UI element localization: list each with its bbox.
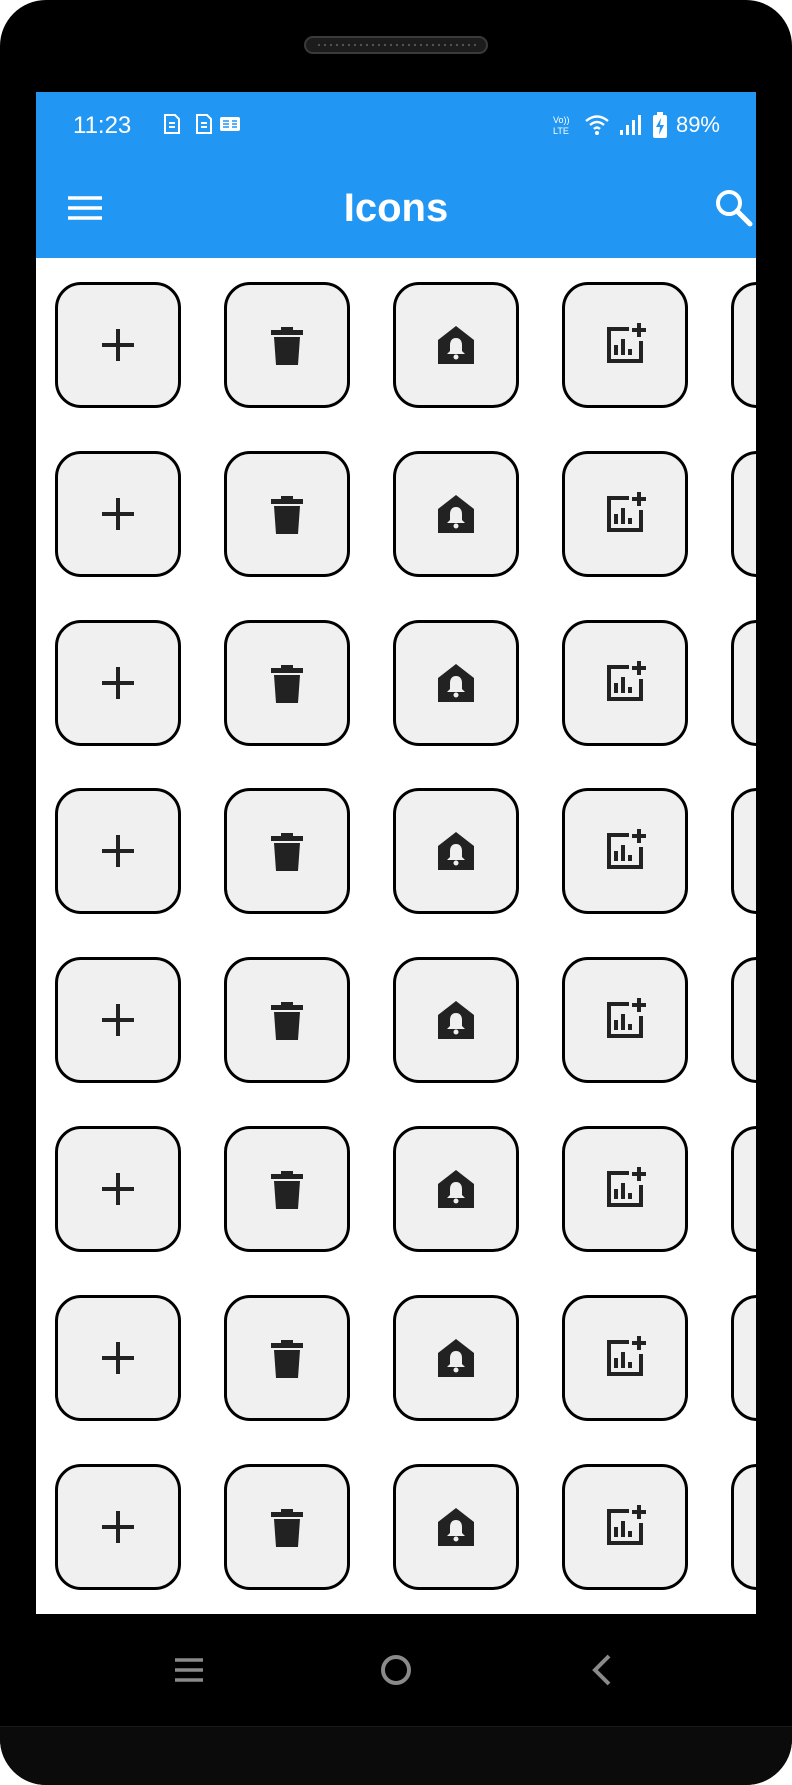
icon-tile-partial[interactable] (731, 1463, 756, 1590)
home-bell-icon (432, 321, 480, 369)
svg-text:Vo)): Vo)) (553, 115, 570, 125)
home-bell-icon (432, 490, 480, 538)
icon-tile[interactable] (55, 282, 181, 408)
icon-tile[interactable] (55, 788, 181, 915)
icon-tile[interactable] (562, 450, 688, 577)
icon-tile-partial[interactable] (731, 619, 756, 746)
icon-tile[interactable] (55, 1126, 181, 1252)
add-icon (94, 996, 142, 1044)
icon-tile-partial[interactable] (731, 282, 756, 408)
add-icon (94, 1334, 142, 1382)
home-bell-icon (432, 1334, 480, 1382)
delete-icon (263, 490, 311, 538)
home-bell-icon (432, 996, 480, 1044)
icon-tile-partial[interactable] (731, 957, 756, 1084)
icon-tile[interactable] (562, 1294, 688, 1421)
icon-tile[interactable] (562, 1126, 688, 1252)
recent-apps-icon[interactable] (161, 1642, 217, 1698)
icon-tile[interactable] (562, 282, 688, 408)
status-time: 11:23 (73, 112, 132, 139)
icon-tile[interactable] (224, 1294, 350, 1421)
icon-tile[interactable] (393, 788, 519, 915)
icon-tile[interactable] (55, 450, 181, 577)
icon-tile[interactable] (393, 1126, 519, 1252)
screen: 11:23 Vo)) LTE 89% Icons (36, 92, 756, 1614)
phone-frame: 11:23 Vo)) LTE 89% Icons (0, 0, 792, 1785)
signal-icon (619, 115, 641, 135)
page-title: Icons (343, 186, 449, 230)
icon-tile[interactable] (393, 282, 519, 408)
icon-tile[interactable] (393, 957, 519, 1084)
home-icon[interactable] (368, 1642, 424, 1698)
delete-icon (263, 1334, 311, 1382)
volte-icon: Vo)) LTE (553, 115, 570, 136)
icon-tile[interactable] (224, 1463, 350, 1590)
icon-tile[interactable] (55, 1463, 181, 1590)
sim-icon (196, 114, 212, 134)
icon-tile[interactable] (224, 450, 350, 577)
phone-chin (0, 1726, 792, 1785)
add-chart-icon (601, 321, 649, 369)
add-icon (94, 321, 142, 369)
home-bell-icon (432, 1165, 480, 1213)
add-chart-icon (601, 1334, 649, 1382)
icon-tile[interactable] (224, 282, 350, 408)
delete-icon (263, 1165, 311, 1213)
delete-icon (263, 1503, 311, 1551)
gmail-icon (220, 117, 240, 131)
delete-icon (263, 659, 311, 707)
add-icon (94, 1503, 142, 1551)
delete-icon (263, 321, 311, 369)
search-icon[interactable] (712, 186, 756, 230)
icon-tile[interactable] (393, 450, 519, 577)
home-bell-icon (432, 827, 480, 875)
home-bell-icon (432, 1503, 480, 1551)
add-chart-icon (601, 996, 649, 1044)
icon-tile-partial[interactable] (731, 450, 756, 577)
add-icon (94, 490, 142, 538)
icon-tile[interactable] (224, 1126, 350, 1252)
icon-tile[interactable] (562, 788, 688, 915)
icon-tile[interactable] (224, 788, 350, 915)
icon-tile[interactable] (224, 619, 350, 746)
add-icon (94, 1165, 142, 1213)
add-chart-icon (601, 659, 649, 707)
icon-tile-partial[interactable] (731, 1126, 756, 1252)
icon-tile[interactable] (562, 957, 688, 1084)
icon-tile[interactable] (393, 1463, 519, 1590)
icon-tile[interactable] (393, 1294, 519, 1421)
delete-icon (263, 996, 311, 1044)
status-bar: 11:23 Vo)) LTE 89% (36, 92, 756, 158)
add-chart-icon (601, 1165, 649, 1213)
system-navbar (0, 1614, 792, 1726)
svg-text:LTE: LTE (553, 126, 569, 136)
speaker-grille (304, 36, 488, 54)
add-chart-icon (601, 827, 649, 875)
delete-icon (263, 827, 311, 875)
icon-tile[interactable] (55, 957, 181, 1084)
icon-tile-partial[interactable] (731, 1294, 756, 1421)
icon-tile[interactable] (562, 1463, 688, 1590)
battery-percent: 89% (675, 112, 720, 137)
icon-tile[interactable] (55, 1294, 181, 1421)
wifi-icon (585, 115, 609, 135)
icon-tile[interactable] (393, 619, 519, 746)
add-chart-icon (601, 490, 649, 538)
icon-tile-partial[interactable] (731, 788, 756, 915)
battery-charging-icon (652, 112, 667, 138)
back-icon[interactable] (575, 1642, 631, 1698)
app-bar: Icons (36, 158, 756, 258)
add-icon (94, 827, 142, 875)
add-chart-icon (601, 1503, 649, 1551)
add-icon (94, 659, 142, 707)
home-bell-icon (432, 659, 480, 707)
icon-tile[interactable] (224, 957, 350, 1084)
status-right: Vo)) LTE 89% (552, 112, 720, 138)
icon-tile[interactable] (55, 619, 181, 746)
icon-tile[interactable] (562, 619, 688, 746)
sim-icon (164, 114, 180, 134)
